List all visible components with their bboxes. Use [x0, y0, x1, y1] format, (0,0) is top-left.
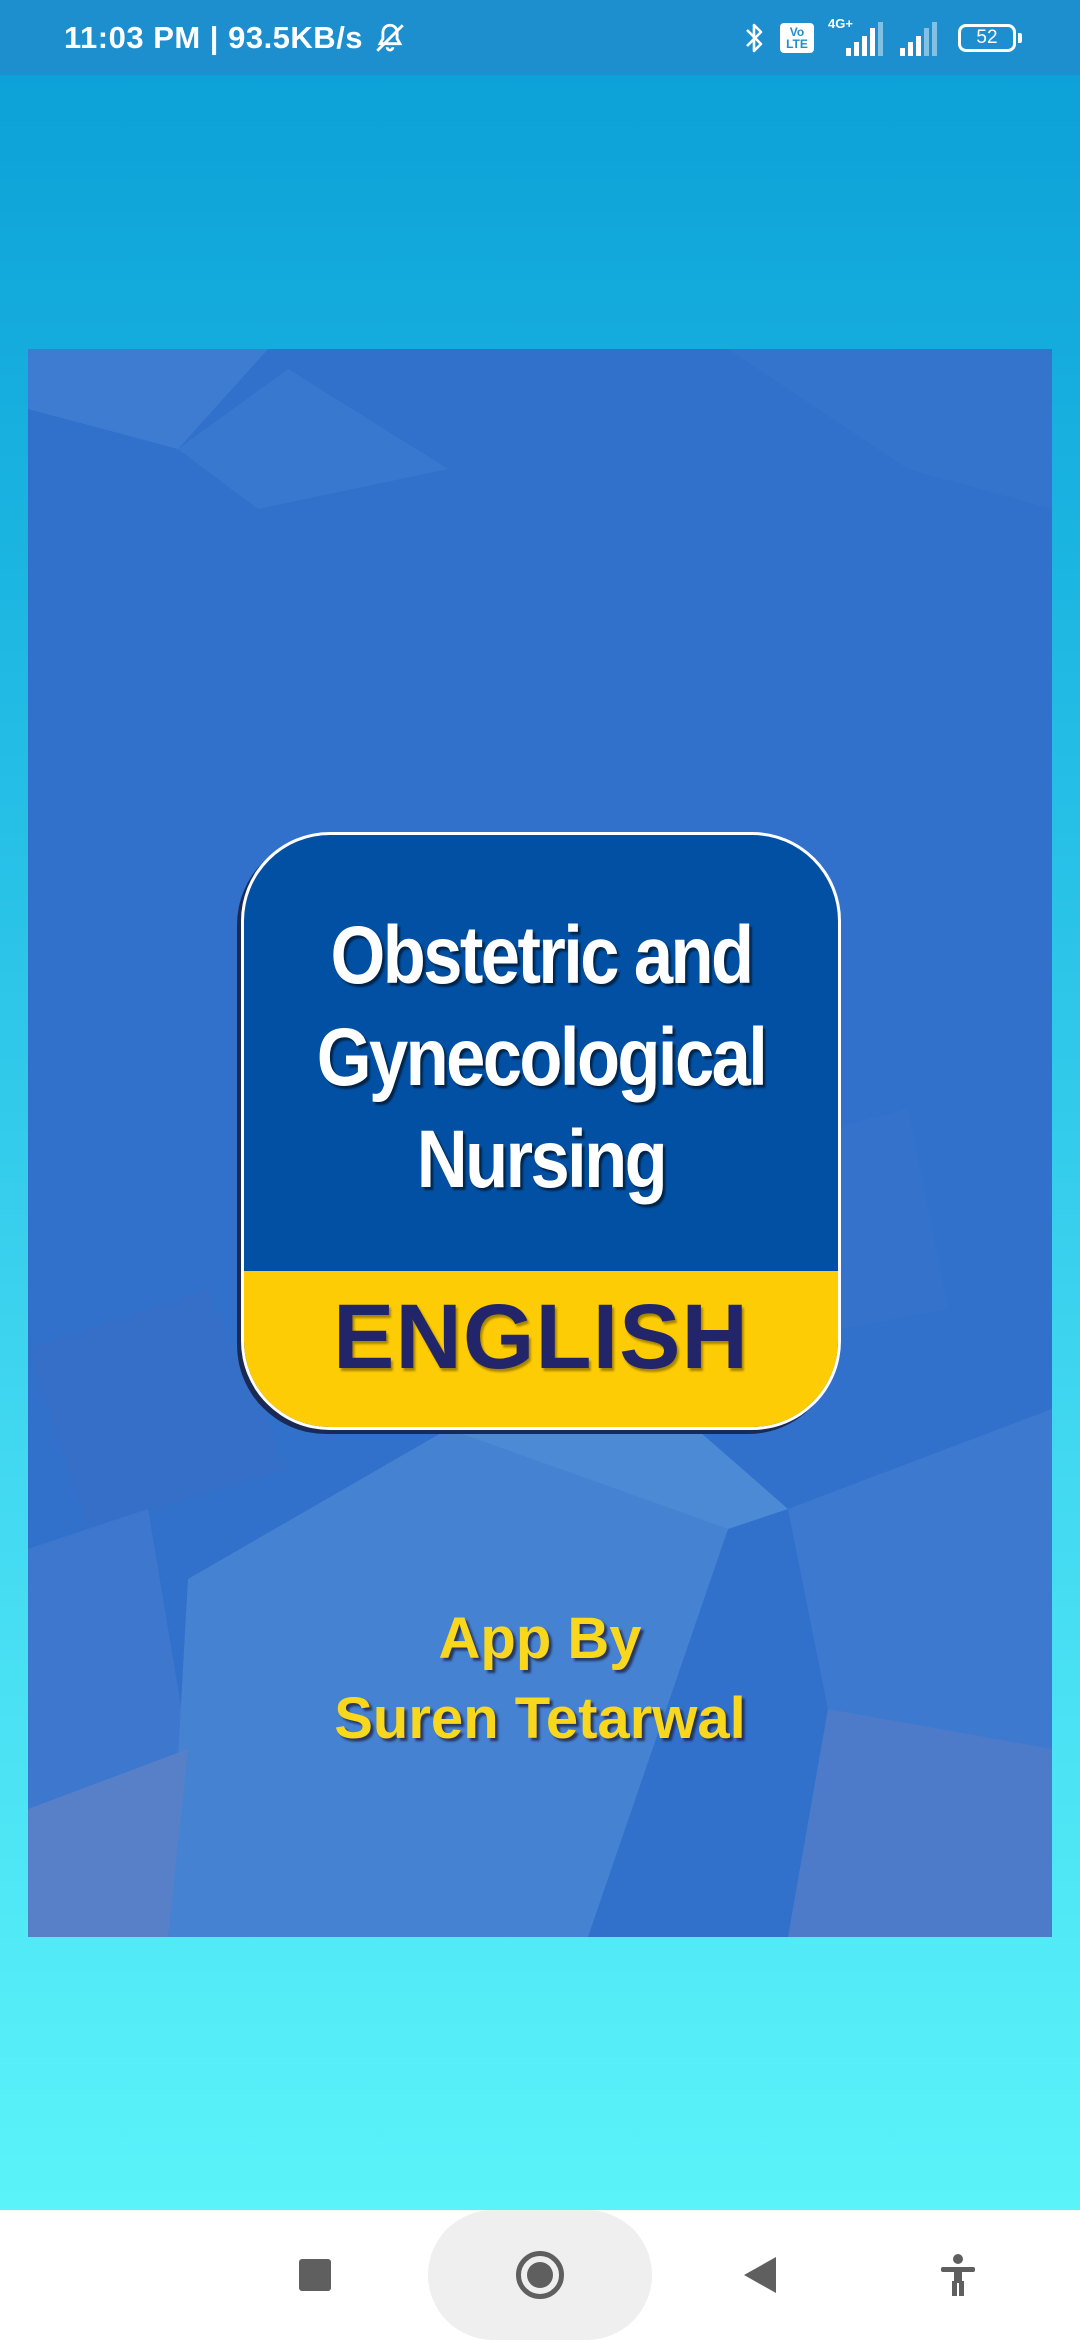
status-right: Vo LTE 4G+ 52 — [742, 16, 1022, 58]
time-and-speed: 11:03 PM | 93.5KB/s — [64, 19, 364, 55]
logo-title-line-3: Nursing — [416, 1114, 668, 1205]
status-bar: 11:03 PM | 93.5KB/s Vo LTE 4G+ 52 — [0, 0, 1080, 75]
accessibility-button[interactable] — [923, 2240, 993, 2310]
signal-icon — [846, 21, 883, 56]
credit-line-2: Suren Tetarwal — [334, 1686, 746, 1751]
battery-level: 52 — [958, 23, 1016, 52]
logo-language-band: ENGLISH — [244, 1271, 838, 1427]
bluetooth-icon — [746, 23, 763, 52]
status-left: 11:03 PM | 93.5KB/s — [64, 20, 407, 56]
app-logo: Obstetric and Gynecological Nursing ENGL… — [244, 835, 838, 1427]
logo-language-label: ENGLISH — [333, 1286, 749, 1388]
app-credit: App By Suren Tetarwal — [28, 1599, 1052, 1759]
signal-4g-group: 4G+ — [828, 16, 884, 58]
signal-icon — [900, 21, 937, 56]
splash-image: Obstetric and Gynecological Nursing ENGL… — [28, 349, 1052, 1937]
battery-icon: 52 — [958, 23, 1022, 52]
navigation-bar — [0, 2210, 1080, 2340]
back-button[interactable] — [725, 2240, 795, 2310]
home-icon — [516, 2251, 564, 2299]
recents-button[interactable] — [280, 2240, 350, 2310]
back-icon — [744, 2257, 776, 2293]
splash-screen: 11:03 PM | 93.5KB/s Vo LTE 4G+ 52 Obstet… — [0, 0, 1080, 2340]
recents-icon — [299, 2259, 331, 2291]
logo-title-line-1: Obstetric and — [330, 910, 754, 1001]
home-icon-dot — [527, 2262, 553, 2288]
logo-title-line-2: Gynecological — [316, 1012, 768, 1103]
home-button[interactable] — [428, 2210, 652, 2340]
accessibility-icon — [941, 2254, 975, 2296]
bell-off-icon — [376, 23, 404, 52]
credit-line-1: App By — [438, 1606, 642, 1671]
logo-title: Obstetric and Gynecological Nursing — [286, 905, 797, 1211]
battery-tip — [1018, 32, 1022, 43]
volte-icon: Vo LTE — [780, 22, 814, 53]
